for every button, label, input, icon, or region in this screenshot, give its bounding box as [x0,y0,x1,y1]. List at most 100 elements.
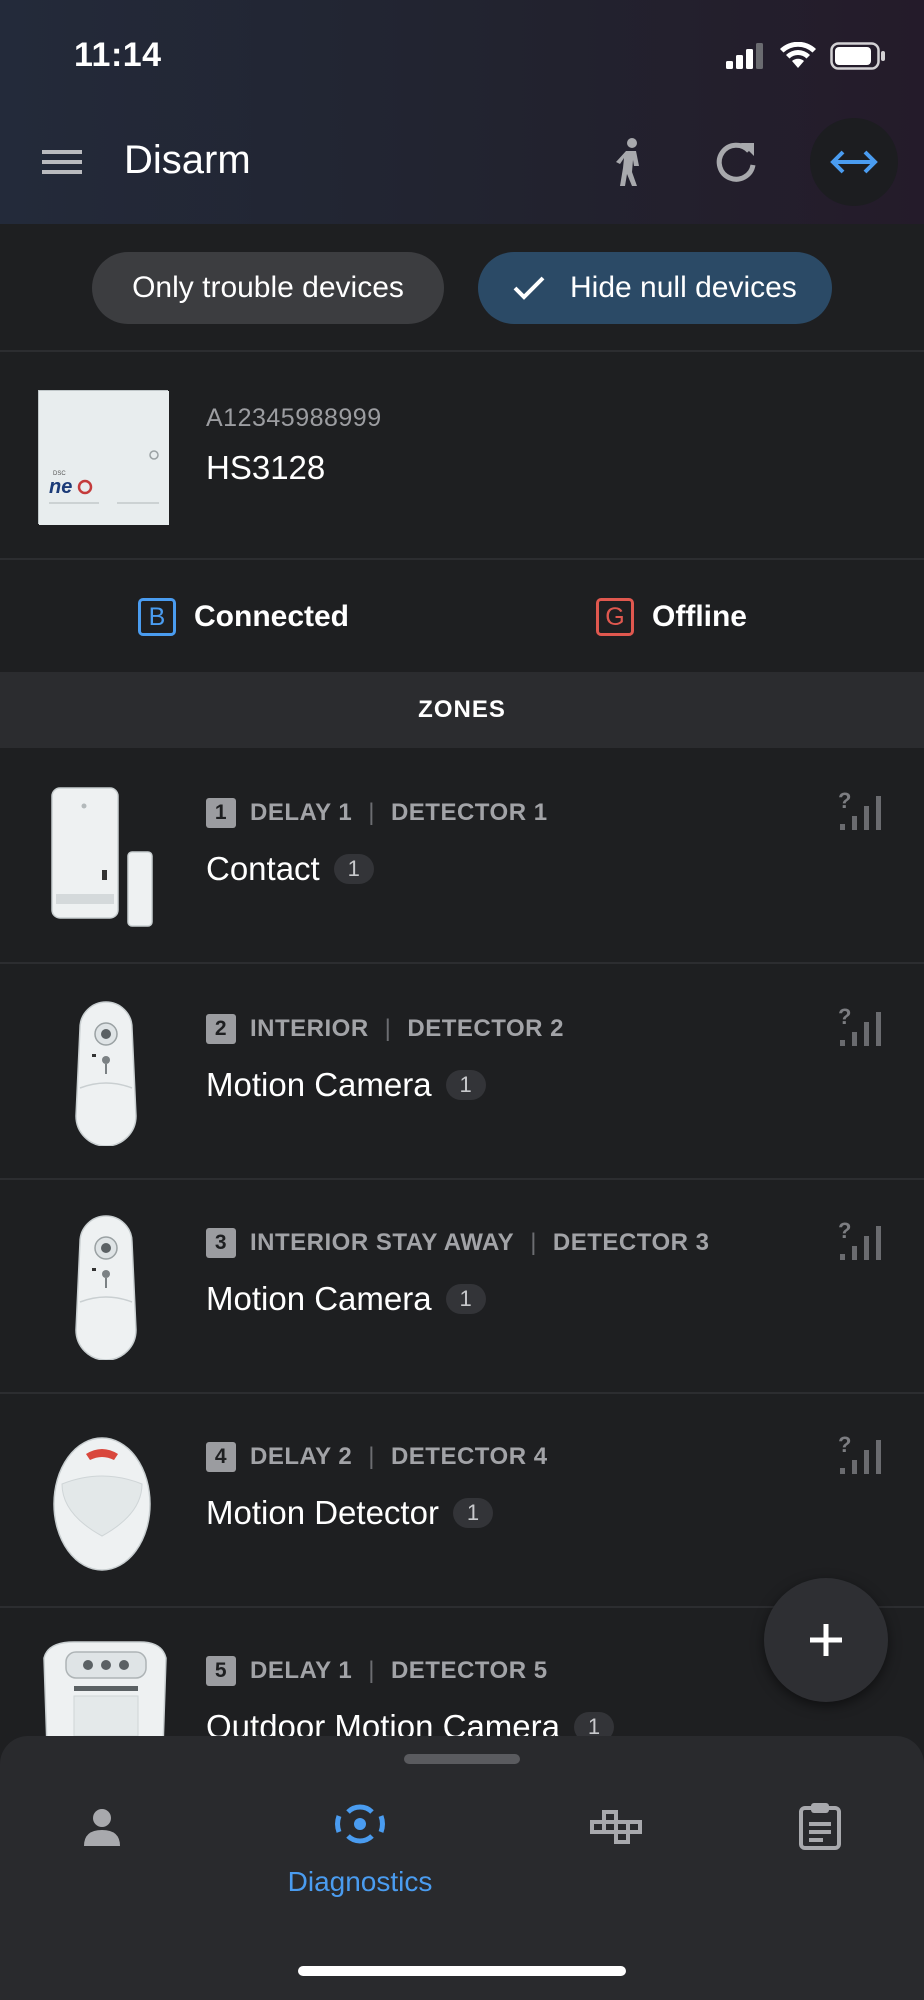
refresh-button[interactable] [706,132,766,192]
zone-meta: 3 INTERIOR STAY AWAY | DETECTOR 3 [206,1228,710,1258]
signal-unknown-icon: ? [838,1218,881,1260]
panel-device-icon: DSC ne [39,391,169,525]
zone-row[interactable]: 4 DELAY 2 | DETECTOR 4 Motion Detector 1… [0,1394,924,1608]
zone-name: Motion Camera 1 [206,1280,486,1318]
zone-name-text: Motion Camera [206,1280,432,1317]
only-trouble-devices-chip[interactable]: Only trouble devices [92,252,444,324]
clipboard-icon [799,1803,841,1850]
menu-button[interactable] [40,142,84,182]
filter-chips: Only trouble devices Hide null devices [0,224,924,352]
refresh-icon [716,142,756,182]
zone-detector: DETECTOR 5 [390,1657,548,1684]
zone-type: DELAY 1 [250,799,353,826]
connection-status-g: G Offline [596,598,747,636]
zone-row[interactable]: 1 DELAY 1 | DETECTOR 1 Contact 1 ? [0,750,924,964]
zone-row[interactable]: 3 INTERIOR STAY AWAY | DETECTOR 3 Motion… [0,1180,924,1394]
nav-item-user[interactable] [2,1796,202,1906]
zone-type: DELAY 1 [250,1657,353,1684]
zone-meta: 1 DELAY 1 | DETECTOR 1 [206,798,548,828]
zone-name: Contact 1 [206,850,374,888]
zone-number-badge: 3 [206,1228,236,1258]
wifi-icon [780,42,816,68]
cellular-signal-icon [726,43,763,69]
connection-badge: B [138,598,176,636]
zone-row[interactable]: 2 INTERIOR | DETECTOR 2 Motion Camera 1 … [0,966,924,1180]
diagnostics-icon [335,1804,385,1844]
zone-detector: DETECTOR 2 [407,1015,564,1042]
walk-test-button[interactable] [600,132,660,192]
connection-label: Connected [194,600,350,633]
zone-name-text: Contact [206,850,320,887]
zone-count-badge: 1 [452,1498,493,1528]
zone-type: DELAY 2 [250,1443,353,1470]
zone-name-text: Motion Camera [206,1066,432,1103]
signal-unknown-glyph: ? [838,788,851,813]
checkmark-icon [513,276,545,300]
zone-detector: DETECTOR 3 [552,1229,710,1256]
svg-text:ne: ne [49,476,72,498]
zone-device-image [40,780,170,930]
plus-icon [810,1624,842,1656]
panel-model: HS3128 [206,449,326,486]
zone-number-badge: 5 [206,1656,236,1686]
swap-button[interactable] [810,118,898,206]
hide-null-devices-chip[interactable]: Hide null devices [478,252,832,324]
zone-name: Motion Detector 1 [206,1494,493,1532]
signal-unknown-glyph: ? [838,1004,851,1029]
panel-card[interactable]: DSC ne A12345988999 HS3128 [0,354,924,560]
signal-unknown-icon: ? [838,1432,881,1474]
battery-icon [830,42,885,70]
only-trouble-devices-label: Only trouble devices [132,271,404,304]
walking-person-icon [616,138,639,186]
drag-handle[interactable] [404,1754,520,1764]
app-header: 11:14 Disarm [0,0,924,224]
signal-unknown-glyph: ? [838,1432,851,1457]
zone-number-badge: 2 [206,1014,236,1044]
menu-icon [42,150,82,174]
zone-number-badge: 1 [206,798,236,828]
nav-item-diagnostics[interactable]: Diagnostics [260,1796,460,1906]
motion-detector-icon [53,1437,151,1571]
nav-item-floor-plan[interactable] [516,1796,716,1906]
bottom-navigation: Diagnostics [0,1736,924,2000]
motion-camera-icon [75,1215,137,1361]
zone-detector: DETECTOR 1 [390,799,548,826]
panel-image: DSC ne [38,390,169,525]
zone-count-badge: 1 [445,1284,486,1314]
contact-sensor-icon [51,787,153,927]
separator: | [530,1229,537,1256]
zones-section-header: ZONES [0,672,924,748]
home-indicator[interactable] [298,1966,626,1976]
zone-name-text: Motion Detector [206,1494,439,1531]
separator: | [368,1657,375,1684]
status-time: 11:14 [74,36,162,74]
swap-horizontal-icon [830,150,878,174]
motion-camera-icon [75,1001,137,1147]
zone-type: INTERIOR STAY AWAY [250,1229,515,1256]
signal-unknown-icon: ? [838,788,881,830]
zone-name: Motion Camera 1 [206,1066,486,1104]
connection-status-row: B Connected G Offline [0,562,924,672]
connection-label: Offline [652,600,747,633]
zone-number-badge: 4 [206,1442,236,1472]
signal-unknown-icon: ? [838,1004,881,1046]
zone-count-badge: 1 [445,1070,486,1100]
zone-type: INTERIOR [250,1015,369,1042]
person-icon [84,1809,120,1846]
panel-serial: A12345988999 [206,404,382,432]
separator: | [384,1015,392,1042]
signal-unknown-glyph: ? [838,1218,851,1243]
floor-plan-icon [590,1810,642,1844]
zone-detector: DETECTOR 4 [390,1443,548,1470]
connection-badge: G [596,598,634,636]
nav-label-diagnostics: Diagnostics [287,1866,433,1897]
hide-null-devices-label: Hide null devices [570,271,797,304]
title-bar: Disarm [0,118,924,206]
nav-item-reports[interactable] [720,1796,920,1906]
add-button[interactable] [764,1578,888,1702]
zone-meta: 4 DELAY 2 | DETECTOR 4 [206,1442,548,1472]
zone-meta: 2 INTERIOR | DETECTOR 2 [206,1014,564,1044]
separator: | [368,1443,375,1470]
zone-device-image [40,1424,170,1574]
zone-count-badge: 1 [333,854,374,884]
